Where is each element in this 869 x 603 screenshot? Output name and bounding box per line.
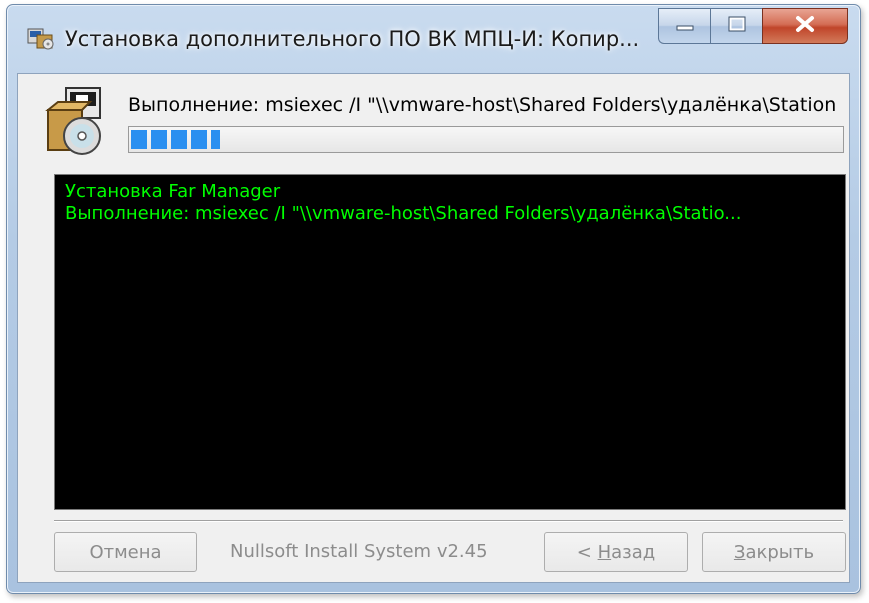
back-mnemonic: Н — [597, 541, 612, 563]
log-line: Выполнение: msiexec /I "\\vmware-host\Sh… — [65, 203, 742, 224]
footer-divider — [54, 520, 843, 522]
maximize-button[interactable] — [710, 8, 762, 44]
installer-window: Установка дополнительного ПО ВК МПЦ-И: К… — [6, 4, 861, 594]
log-line: Установка Far Manager — [65, 181, 281, 202]
back-button[interactable]: < Назад — [544, 532, 688, 572]
close-button-label: Закрыть — [734, 542, 814, 563]
cancel-button[interactable]: Отмена — [54, 532, 197, 572]
window-title: Установка дополнительного ПО ВК МПЦ-И: К… — [65, 27, 640, 51]
close-icon — [794, 15, 816, 37]
maximize-icon — [728, 16, 746, 36]
installer-client-area: Выполнение: msiexec /I "\\vmware-host\Sh… — [17, 73, 850, 583]
progress-fill — [131, 130, 220, 149]
back-prefix: < — [576, 541, 598, 563]
status-text: Выполнение: msiexec /I "\\vmware-host\Sh… — [128, 94, 837, 116]
back-rest: азад — [611, 541, 656, 563]
minimize-icon — [675, 17, 695, 36]
cancel-button-label: Отмена — [89, 541, 162, 563]
progress-bar — [128, 126, 844, 153]
installer-package-cd-icon — [44, 86, 110, 158]
caption-buttons — [658, 8, 848, 44]
close-rest: акрыть — [745, 541, 815, 563]
close-button[interactable]: Закрыть — [702, 532, 846, 572]
branding-text: Nullsoft Install System v2.45 — [230, 541, 488, 562]
title-bar[interactable]: Установка дополнительного ПО ВК МПЦ-И: К… — [7, 5, 860, 73]
details-log[interactable]: Установка Far Manager Выполнение: msiexe… — [54, 174, 846, 510]
installer-app-icon — [27, 25, 55, 51]
close-mnemonic: З — [733, 541, 746, 563]
close-window-button[interactable] — [762, 8, 848, 44]
minimize-button[interactable] — [658, 8, 710, 44]
back-button-label: < Назад — [577, 542, 655, 563]
